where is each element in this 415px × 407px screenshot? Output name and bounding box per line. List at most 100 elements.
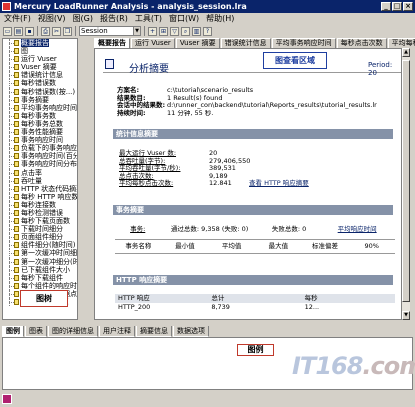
document-icon: [14, 72, 19, 79]
document-icon: [14, 64, 19, 71]
menu-item[interactable]: 报告(R): [100, 13, 128, 24]
menu-item[interactable]: 视图(V): [38, 13, 66, 24]
tab-legend[interactable]: 图例: [2, 326, 24, 337]
tx-column-header: 90%: [364, 242, 379, 250]
stat-link[interactable]: [249, 165, 379, 173]
tree-item[interactable]: 每秒下载页面数: [3, 217, 77, 226]
tree-item[interactable]: HTTP 状态代码摘要: [3, 184, 77, 193]
tree-item[interactable]: 事务响应时间(百分比): [3, 152, 77, 161]
graph-tree[interactable]: 概要报告图运行 Vuser Vuser 摘要 错误统计信息 每秒错误数 每秒错误数(按.…: [2, 38, 78, 320]
stat-link[interactable]: [249, 158, 379, 166]
tree-item-label: 事务响应时间: [21, 136, 63, 145]
report-title: 分析摘要: [129, 64, 169, 75]
copy-icon[interactable]: ❐: [63, 26, 72, 36]
document-icon: [14, 177, 19, 184]
stat-value: 12.841: [209, 179, 232, 188]
tab-legend[interactable]: 数据选项: [173, 326, 209, 337]
stat-link[interactable]: [249, 150, 379, 158]
tree-item[interactable]: 概要报告: [3, 39, 77, 48]
tree-item[interactable]: 错误统计信息: [3, 71, 77, 80]
chevron-down-icon[interactable]: ▼: [133, 26, 141, 36]
document-icon: [14, 145, 19, 152]
title-bar: Mercury LoadRunner Analysis - analysis_s…: [0, 0, 415, 13]
zoom-icon[interactable]: ⌕: [181, 26, 190, 36]
status-icon: [2, 394, 12, 404]
merge-graph-icon[interactable]: ⊞: [159, 26, 168, 36]
tree-item[interactable]: 每秒事务总数: [3, 119, 77, 129]
tx-avg-link[interactable]: 平均响应时间: [319, 225, 395, 233]
close-button[interactable]: ×: [403, 2, 413, 11]
tab-graph[interactable]: 错误统计信息: [220, 38, 271, 48]
tree-item[interactable]: 点击率: [3, 168, 77, 177]
watermark-logo: IT168.com: [292, 352, 415, 380]
tab-graph[interactable]: 概要报告: [94, 38, 130, 48]
stat-link[interactable]: 查看 HTTP 响应摘要: [249, 180, 379, 188]
info-row: 持续时间: 11 分钟, 55 秒.: [117, 109, 377, 118]
tree-item[interactable]: 事务性能摘要: [3, 128, 77, 137]
report-icon[interactable]: ▥: [192, 26, 201, 36]
tree-item[interactable]: 平均事务响应时间: [3, 103, 77, 112]
scroll-thumb[interactable]: [402, 60, 410, 302]
tree-item-label: 每秒事务数: [21, 111, 56, 120]
stat-key[interactable]: 平均每秒点击次数:: [119, 180, 209, 188]
session-combo[interactable]: Session: [79, 26, 134, 36]
tree-item[interactable]: 事务响应时间分布: [3, 160, 77, 169]
tree-item-label: 第一次缓冲细分(时间): [21, 257, 77, 266]
tree-item[interactable]: 每秒下载组件: [3, 273, 77, 282]
tree-item[interactable]: 吞吐量: [3, 176, 77, 185]
help-icon[interactable]: ?: [203, 26, 212, 36]
tree-item[interactable]: 每秒连接数: [3, 200, 77, 209]
tab-graph[interactable]: 每秒点击次数: [336, 38, 387, 48]
tree-item-label: HTTP 状态代码摘要: [21, 184, 77, 193]
document-icon: [14, 290, 19, 297]
cut-icon[interactable]: ✂: [52, 26, 61, 36]
tab-graph[interactable]: 运行 Vuser: [131, 38, 175, 48]
tx-failed: 失败总数: 0: [271, 224, 307, 233]
menu-item[interactable]: 帮助(H): [206, 13, 234, 24]
minimize-button[interactable]: _: [381, 2, 391, 11]
tree-item-label: 负载下的事务响应: [21, 144, 77, 153]
tree-item-label: Vuser 摘要: [21, 63, 57, 72]
add-graph-icon[interactable]: +: [148, 26, 157, 36]
tree-item[interactable]: Vuser 摘要: [3, 63, 77, 72]
menu-item[interactable]: 文件(F): [4, 13, 31, 24]
tree-item[interactable]: 每秒检测错误: [3, 208, 77, 218]
tab-legend[interactable]: 用户注释: [99, 326, 135, 337]
scroll-up-icon[interactable]: ▲: [402, 48, 410, 57]
new-icon[interactable]: ▭: [3, 26, 12, 36]
tree-item[interactable]: 组件细分(随时间): [3, 241, 77, 250]
tree-item[interactable]: 每秒错误数(按...): [3, 87, 77, 96]
tree-item[interactable]: 第一次缓冲细分(时间): [3, 257, 77, 266]
http-header-cell: 总计: [211, 294, 225, 302]
menu-item[interactable]: 图(G): [73, 13, 93, 24]
tree-item[interactable]: 图: [3, 47, 77, 56]
tree-item[interactable]: 每秒事务数: [3, 111, 77, 120]
tree-item[interactable]: 下载时间细分: [3, 225, 77, 234]
filter-icon[interactable]: ▽: [170, 26, 179, 36]
tx-column-header: 最小值: [175, 242, 195, 250]
tab-graph[interactable]: 平均每秒事务数: [387, 38, 415, 48]
tab-legend[interactable]: 摘要信息: [136, 326, 172, 337]
tree-item[interactable]: 每个组件的响应时间: [3, 281, 77, 290]
tree-item[interactable]: 第一次缓冲时间细分: [3, 249, 77, 258]
tree-item[interactable]: 负载下的事务响应: [3, 144, 77, 153]
tab-legend[interactable]: 图的详细信息: [48, 326, 98, 337]
menu-item[interactable]: 工具(T): [135, 13, 162, 24]
scroll-down-icon[interactable]: ▼: [402, 311, 410, 320]
menu-item[interactable]: 窗口(W): [169, 13, 199, 24]
tab-graph[interactable]: 平均事务响应时间: [271, 38, 336, 48]
tree-item[interactable]: 事务响应时间: [3, 136, 77, 145]
tree-item[interactable]: 运行 Vuser: [3, 55, 77, 64]
tab-graph[interactable]: Vuser 摘要: [175, 38, 220, 48]
tree-item[interactable]: 页面组件细分: [3, 233, 77, 242]
tree-item[interactable]: 事务摘要: [3, 95, 77, 104]
tree-item[interactable]: 每秒 HTTP 响应数: [3, 192, 77, 201]
tree-item[interactable]: 已下载组件大小: [3, 265, 77, 274]
print-icon[interactable]: ⎙: [41, 26, 50, 36]
vertical-scrollbar[interactable]: ▲ ▼: [401, 48, 410, 320]
save-icon[interactable]: ▪: [25, 26, 34, 36]
tab-legend[interactable]: 图表: [25, 326, 47, 337]
tree-item[interactable]: 每秒错误数: [3, 79, 77, 88]
maximize-button[interactable]: □: [392, 2, 402, 11]
open-icon[interactable]: ▤: [14, 26, 23, 36]
